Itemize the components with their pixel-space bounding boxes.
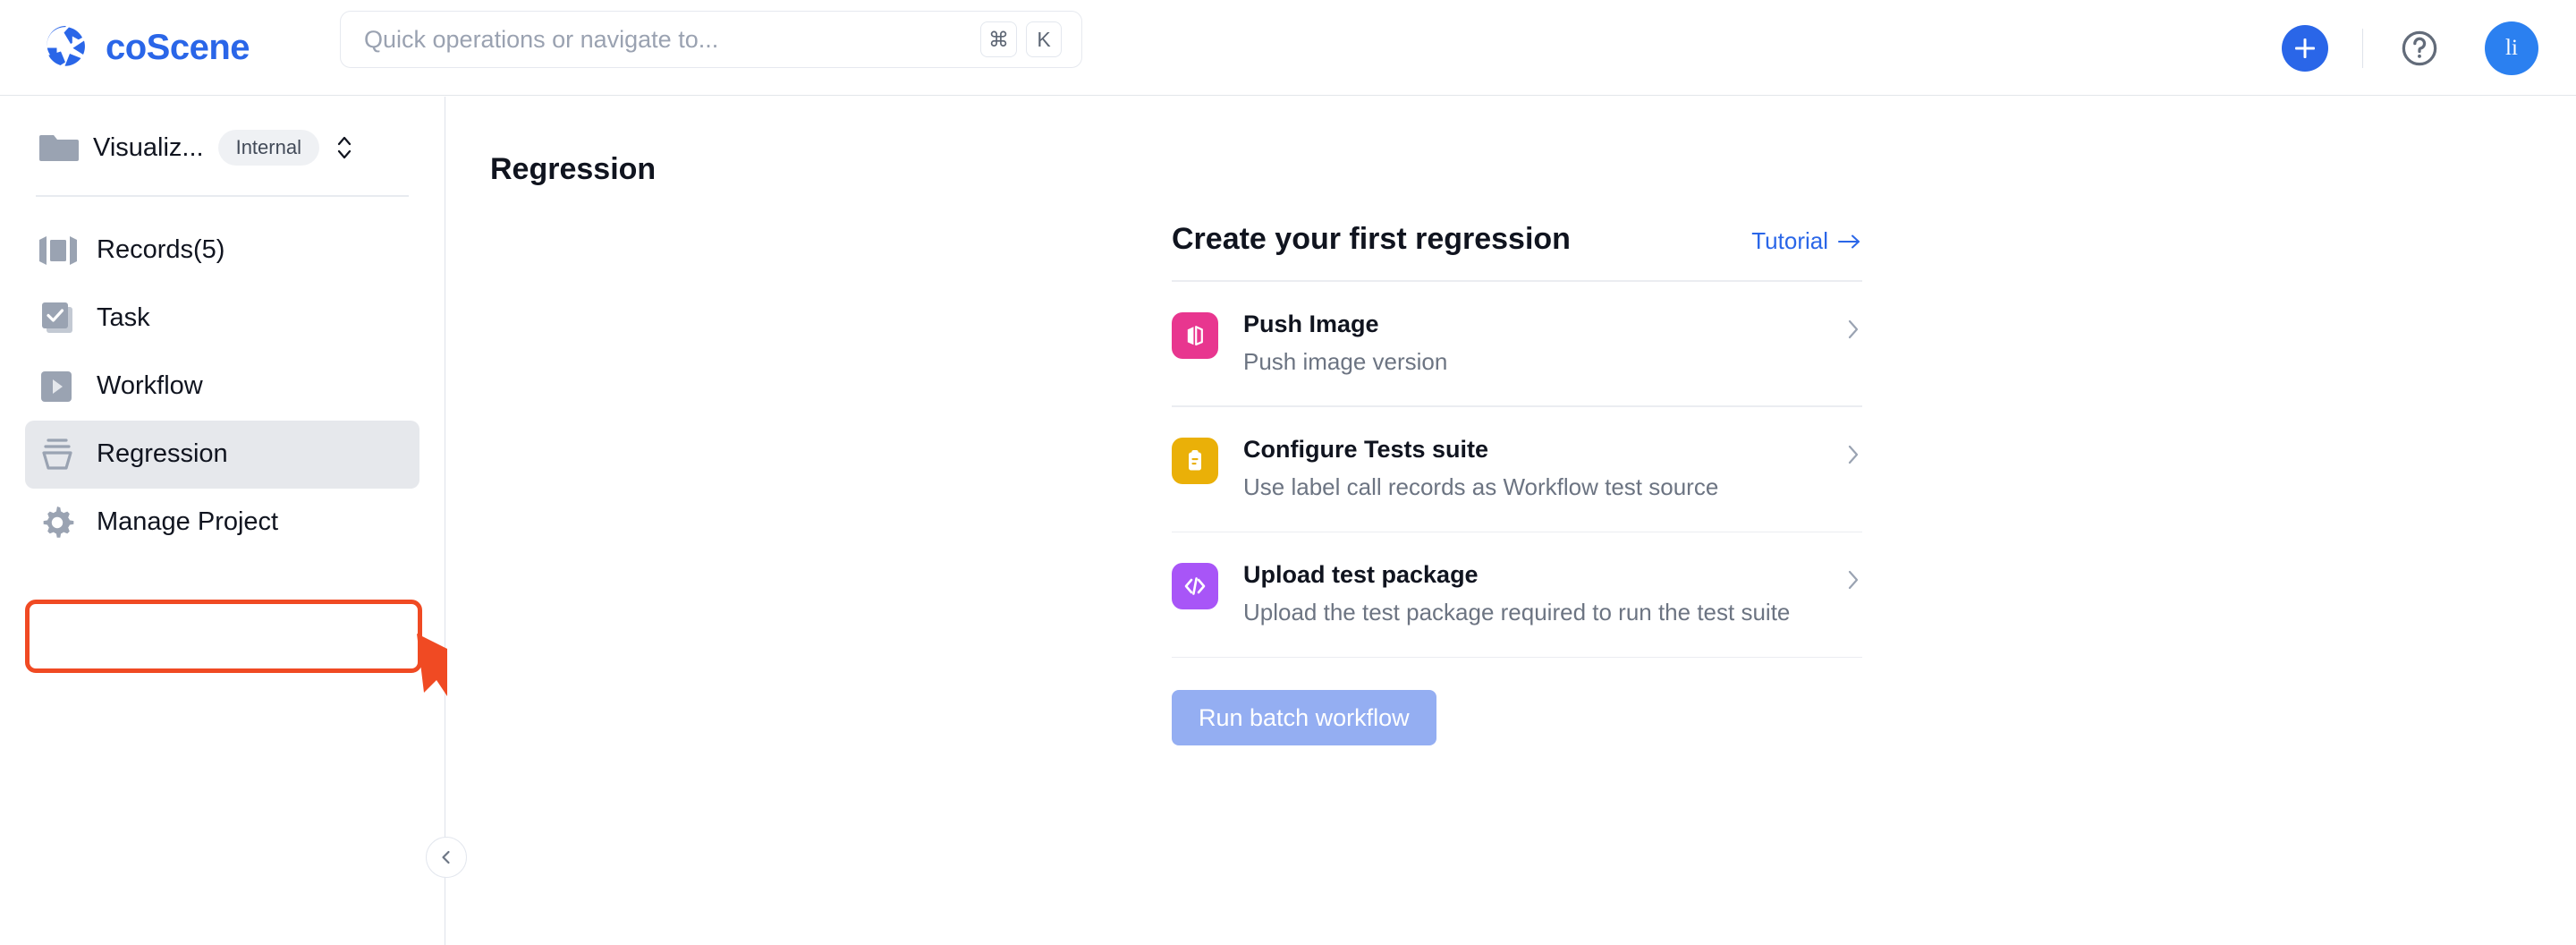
action-text: Push Image Push image version	[1243, 309, 1844, 379]
sidebar-item-label: Records(5)	[97, 235, 225, 264]
action-description: Use label call records as Workflow test …	[1243, 472, 1719, 500]
chevron-right-icon	[1844, 441, 1862, 472]
chevron-right-icon	[1844, 316, 1862, 347]
search-shortcut-group: ⌘ K	[980, 21, 1062, 57]
command-key-badge: ⌘	[980, 21, 1017, 57]
sidebar: Visualiz... Internal Records(5) Task Wor…	[0, 97, 481, 945]
workflow-play-icon	[39, 370, 79, 404]
header-actions: li	[2281, 0, 2538, 96]
project-selector[interactable]: Visualiz... Internal	[36, 120, 409, 175]
action-description: Push image version	[1243, 347, 1448, 375]
chevron-left-icon	[442, 850, 450, 864]
sidebar-collapse-button[interactable]	[426, 837, 467, 878]
aperture-logo-icon	[47, 26, 85, 66]
clipboard-icon	[1172, 437, 1218, 484]
question-circle-icon	[2402, 30, 2437, 65]
sidebar-item-regression[interactable]: Regression	[25, 420, 419, 489]
onboarding-card: Create your first regression Tutorial Pu…	[1172, 222, 1862, 746]
regression-funnel-icon	[39, 437, 79, 472]
avatar-initials: li	[2505, 35, 2518, 60]
run-batch-workflow-button[interactable]: Run batch workflow	[1172, 690, 1436, 746]
action-title: Configure Tests suite	[1243, 435, 1489, 463]
sidebar-item-workflow[interactable]: Workflow	[25, 353, 419, 421]
card-header: Create your first regression Tutorial	[1172, 222, 1862, 280]
sidebar-item-label: Manage Project	[97, 507, 279, 536]
sidebar-divider	[36, 195, 409, 197]
code-brackets-icon	[1172, 563, 1218, 610]
action-text: Upload test package Upload the test pack…	[1243, 559, 1844, 630]
chevron-up-down-icon	[334, 132, 355, 163]
image-book-icon	[1172, 311, 1218, 359]
records-icon	[39, 235, 79, 265]
sidebar-nav: Records(5) Task Workflow Regression Mana…	[0, 217, 445, 557]
sidebar-item-label: Task	[97, 303, 150, 332]
card-title: Create your first regression	[1172, 222, 1571, 256]
brand-logo-group[interactable]: coScene	[41, 22, 301, 72]
action-row-upload-test-package[interactable]: Upload test package Upload the test pack…	[1172, 532, 1862, 657]
search-input[interactable]	[364, 12, 980, 67]
chevron-right-icon	[1844, 566, 1862, 598]
annotation-highlight-box	[25, 600, 422, 673]
arrow-right-icon	[1838, 234, 1860, 248]
k-key-badge: K	[1026, 21, 1062, 57]
action-row-configure-tests-suite[interactable]: Configure Tests suite Use label call rec…	[1172, 407, 1862, 532]
sidebar-item-label: Regression	[97, 439, 228, 468]
add-button[interactable]	[2281, 24, 2328, 72]
action-text: Configure Tests suite Use label call rec…	[1243, 434, 1844, 505]
sidebar-item-task[interactable]: Task	[25, 285, 419, 353]
brand-name: coScene	[106, 27, 250, 67]
tutorial-label: Tutorial	[1751, 227, 1828, 254]
action-description: Upload the test package required to run …	[1243, 599, 1791, 626]
global-search-bar[interactable]: ⌘ K	[340, 11, 1082, 68]
folder-icon	[39, 132, 80, 164]
sidebar-item-label: Workflow	[97, 371, 203, 400]
sidebar-item-records[interactable]: Records(5)	[25, 217, 419, 285]
action-title: Push Image	[1243, 310, 1379, 337]
gear-icon	[39, 505, 79, 541]
sidebar-item-manage-project[interactable]: Manage Project	[25, 489, 419, 557]
main-content: Regression Create your first regression …	[447, 97, 2576, 945]
app-header: coScene ⌘ K li	[0, 0, 2576, 96]
action-row-push-image[interactable]: Push Image Push image version	[1172, 282, 1862, 406]
project-visibility-badge: Internal	[217, 130, 319, 166]
header-divider	[2361, 28, 2363, 68]
project-name: Visualiz...	[93, 132, 204, 162]
user-avatar[interactable]: li	[2485, 21, 2538, 75]
action-title: Upload test package	[1243, 561, 1479, 589]
card-divider	[1172, 656, 1862, 659]
tutorial-link[interactable]: Tutorial	[1751, 227, 1862, 255]
task-check-icon	[39, 301, 79, 336]
page-title: Regression	[490, 152, 657, 186]
help-button[interactable]	[2397, 26, 2442, 71]
